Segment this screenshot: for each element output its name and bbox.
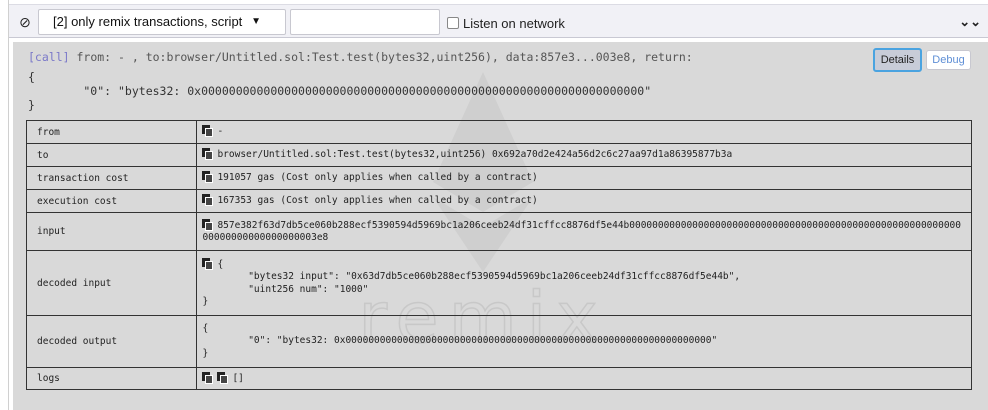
copy-icon[interactable] <box>202 171 214 184</box>
terminal-panel: ⊘ [2] only remix transactions, script ▼ … <box>8 0 988 410</box>
row-key: decoded input <box>25 250 198 316</box>
copy-icon[interactable] <box>202 218 214 231</box>
copy-icon[interactable] <box>217 371 229 384</box>
row-value: { "bytes32 input": "0x63d7db5ce060b288ec… <box>196 250 972 316</box>
terminal-toolbar: ⊘ [2] only remix transactions, script ▼ … <box>9 4 988 38</box>
row-value-text: [] <box>232 372 244 384</box>
row-key: to <box>25 143 198 167</box>
call-tag: [call] <box>28 50 70 64</box>
listen-checkbox[interactable] <box>447 17 459 29</box>
table-row: decoded input { "bytes32 input": "0x63d7… <box>25 250 972 316</box>
return-value: { "0": "bytes32: 0x000000000000000000000… <box>28 70 651 112</box>
return-open-brace: { <box>28 70 35 84</box>
caret-down-icon: ▼ <box>251 16 261 27</box>
transaction-entry: remix [call] from: - , to:browser/Untitl… <box>13 42 988 410</box>
listen-label: Listen on network <box>463 15 565 31</box>
row-value: [] <box>196 367 972 390</box>
return-close-brace: } <box>28 98 35 112</box>
table-row: logs [] <box>25 367 972 390</box>
row-value-text: - <box>217 126 224 138</box>
transaction-details-table: from - to browser/Untitled.sol:Test.test… <box>25 120 972 390</box>
row-value: - <box>196 120 972 144</box>
copy-icon[interactable] <box>202 257 214 270</box>
row-key: input <box>25 212 198 251</box>
details-button[interactable]: Details <box>873 48 922 72</box>
row-value: 857e382f63d7db5ce060b288ecf5390594d5969b… <box>196 212 972 251</box>
row-value-text: { "bytes32 input": "0x63d7db5ce060b288ec… <box>202 258 741 308</box>
table-row: transaction cost 191057 gas (Cost only a… <box>25 166 972 190</box>
ban-icon[interactable]: ⊘ <box>15 12 35 32</box>
row-value-text: browser/Untitled.sol:Test.test(bytes32,u… <box>217 149 733 161</box>
copy-icon[interactable] <box>202 148 214 161</box>
row-value-text: { "0": "bytes32: 0x000000000000000000000… <box>202 322 718 359</box>
row-value: { "0": "bytes32: 0x000000000000000000000… <box>196 315 972 368</box>
row-key: execution cost <box>25 189 198 213</box>
filter-selected-label: [2] only remix transactions, script <box>53 14 243 29</box>
table-row: from - <box>25 120 972 144</box>
row-value: browser/Untitled.sol:Test.test(bytes32,u… <box>196 143 972 167</box>
copy-icon[interactable] <box>202 125 214 138</box>
row-value: 167353 gas (Cost only applies when calle… <box>196 189 972 213</box>
search-input[interactable] <box>290 9 440 35</box>
call-summary-line: [call] from: - , to:browser/Untitled.sol… <box>28 50 693 64</box>
row-key: decoded output <box>25 315 198 368</box>
transaction-filter-select[interactable]: [2] only remix transactions, script ▼ <box>38 9 286 35</box>
row-key: from <box>25 120 198 144</box>
table-row: execution cost 167353 gas (Cost only app… <box>25 189 972 213</box>
table-row: decoded output { "0": "bytes32: 0x000000… <box>25 315 972 368</box>
row-value-text: 191057 gas (Cost only applies when calle… <box>217 172 538 184</box>
row-key: transaction cost <box>25 166 198 190</box>
return-body: "0": "bytes32: 0x00000000000000000000000… <box>28 84 652 98</box>
row-value: 191057 gas (Cost only applies when calle… <box>196 166 972 190</box>
table-row: input 857e382f63d7db5ce060b288ecf5390594… <box>25 212 972 251</box>
row-value-text: 167353 gas (Cost only applies when calle… <box>217 195 538 207</box>
table-row: to browser/Untitled.sol:Test.test(bytes3… <box>25 143 972 167</box>
debug-button[interactable]: Debug <box>926 50 971 70</box>
copy-icon[interactable] <box>202 371 214 384</box>
double-chevron-down-icon[interactable]: ⌄⌄ <box>959 14 981 30</box>
copy-icon[interactable] <box>202 194 214 207</box>
row-key: logs <box>25 367 198 390</box>
row-value-text: 857e382f63d7db5ce060b288ecf5390594d5969b… <box>202 219 961 244</box>
call-summary: from: - , to:browser/Untitled.sol:Test.t… <box>69 50 693 64</box>
listen-on-network-toggle[interactable]: Listen on network <box>447 14 565 32</box>
